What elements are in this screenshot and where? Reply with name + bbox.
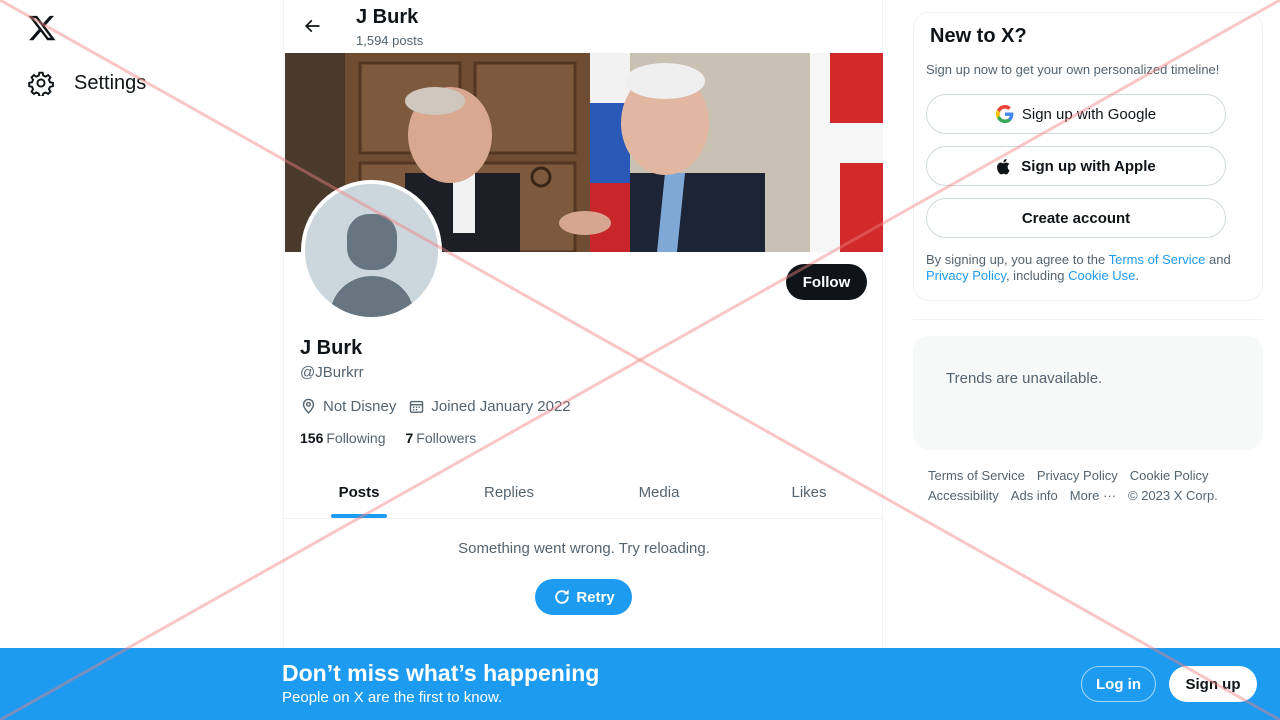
gear-icon <box>28 71 54 96</box>
location-text: Not Disney <box>323 398 397 415</box>
bottom-bar-title: Don’t miss what’s happening <box>282 660 600 686</box>
followers-count: 7 <box>405 430 414 446</box>
signup-banner-bar: Don’t miss what’s happening People on X … <box>0 648 1280 720</box>
header-post-count: 1,594 posts <box>356 33 424 48</box>
profile-name: J Burk <box>300 337 363 359</box>
footer-more-link[interactable]: More ··· <box>1070 486 1116 506</box>
tab-media[interactable]: Media <box>584 467 734 518</box>
login-button[interactable]: Log in <box>1081 666 1156 702</box>
legal-end: . <box>1135 268 1139 283</box>
joined-text: Joined January 2022 <box>431 398 571 415</box>
signup-title: New to X? <box>930 25 1027 47</box>
profile-stats: 156 Following 7 Followers <box>300 430 496 446</box>
privacy-link[interactable]: Privacy Policy <box>926 268 1006 283</box>
location-pin-icon <box>302 398 315 414</box>
profile-meta: Not Disney Joined January 2022 <box>300 398 583 415</box>
bottom-bar-subtitle: People on X are the first to know. <box>282 689 503 706</box>
create-account-button[interactable]: Create account <box>926 198 1226 238</box>
following-count: 156 <box>300 430 324 446</box>
cookie-use-link[interactable]: Cookie Use <box>1068 268 1135 283</box>
arrow-left-icon <box>304 19 320 33</box>
tab-posts[interactable]: Posts <box>284 467 434 518</box>
retry-button[interactable]: Retry <box>535 579 632 615</box>
footer-copyright: © 2023 X Corp. <box>1128 488 1218 503</box>
followers-link[interactable]: 7 Followers <box>406 430 477 446</box>
profile-location: Not Disney <box>300 398 396 415</box>
profile-handle: @JBurkrr <box>300 364 364 381</box>
back-button[interactable] <box>298 12 326 40</box>
signup-legal-text: By signing up, you agree to the Terms of… <box>926 252 1252 284</box>
tab-likes[interactable]: Likes <box>734 467 884 518</box>
profile-header-bar: J Burk 1,594 posts <box>284 0 884 53</box>
followers-label: Followers <box>416 430 477 446</box>
apple-icon <box>997 158 1010 174</box>
tab-replies[interactable]: Replies <box>434 467 584 518</box>
terms-link[interactable]: Terms of Service <box>1109 252 1206 267</box>
footer-ads-link[interactable]: Ads info <box>1011 486 1058 506</box>
following-label: Following <box>326 430 386 446</box>
legal-including: , including <box>1005 268 1069 283</box>
google-icon <box>995 105 1014 123</box>
following-link[interactable]: 156 Following <box>300 430 386 446</box>
signup-apple-button[interactable]: Sign up with Apple <box>926 146 1226 186</box>
avatar[interactable] <box>301 180 442 321</box>
legal-and: and <box>1205 252 1231 267</box>
signup-button[interactable]: Sign up <box>1169 666 1257 702</box>
right-divider <box>913 319 1263 320</box>
trends-unavailable-text: Trends are unavailable. <box>946 370 1103 387</box>
footer-privacy-link[interactable]: Privacy Policy <box>1037 466 1118 486</box>
refresh-icon <box>555 589 570 604</box>
profile-joined: Joined January 2022 <box>408 398 571 415</box>
trends-panel: Trends are unavailable. <box>913 336 1263 450</box>
apple-label: Sign up with Apple <box>1021 157 1156 175</box>
signup-panel: New to X? Sign up now to get your own pe… <box>913 12 1263 301</box>
footer-accessibility-link[interactable]: Accessibility <box>928 486 999 506</box>
signup-subtitle: Sign up now to get your own personalized… <box>926 62 1220 77</box>
left-nav: Settings <box>0 0 283 720</box>
footer-links: Terms of Service Privacy Policy Cookie P… <box>928 466 1258 506</box>
google-label: Sign up with Google <box>1021 105 1157 123</box>
default-avatar-icon <box>305 184 438 317</box>
follow-button[interactable]: Follow <box>786 264 867 300</box>
legal-prefix: By signing up, you agree to the <box>926 252 1109 267</box>
nav-item-settings[interactable]: Settings <box>28 66 146 100</box>
profile-tabs: Posts Replies Media Likes <box>284 467 884 519</box>
footer-cookie-link[interactable]: Cookie Policy <box>1130 466 1209 486</box>
profile-column: J Burk 1,594 posts Follow J Burk @JBurkr… <box>283 0 884 720</box>
footer-terms-link[interactable]: Terms of Service <box>928 466 1025 486</box>
retry-label: Retry <box>576 588 615 606</box>
calendar-icon <box>410 400 424 413</box>
header-name: J Burk <box>356 6 419 28</box>
x-logo-icon[interactable] <box>27 13 57 43</box>
nav-settings-label: Settings <box>74 71 147 94</box>
feed-error-message: Something went wrong. Try reloading. <box>458 540 710 557</box>
signup-google-button[interactable]: Sign up with Google <box>926 94 1226 134</box>
